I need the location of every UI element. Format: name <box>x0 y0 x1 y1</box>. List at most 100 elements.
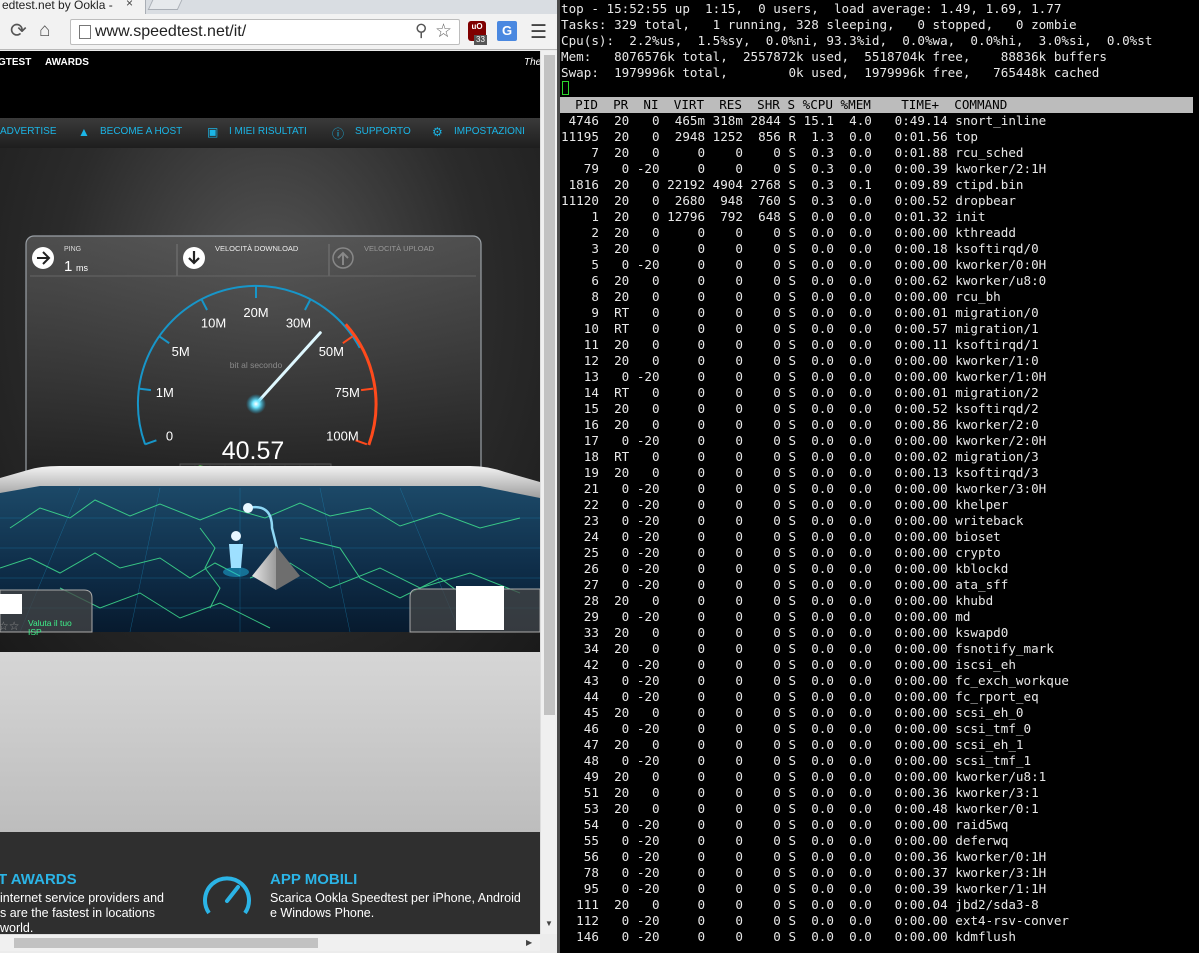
gauge-tick-label: 50M <box>319 344 344 359</box>
process-row: 1 20 0 12796 792 648 S 0.0 0.0 0:01.32 i… <box>561 209 986 224</box>
page-lower-area <box>0 652 540 832</box>
process-row: 16 20 0 0 0 0 S 0.0 0.0 0:00.86 kworker/… <box>561 417 1039 432</box>
footer-mobile-text-2: e Windows Phone. <box>270 906 375 920</box>
url-text: www.speedtest.net/it/ <box>95 23 247 40</box>
process-row: 5 0 -20 0 0 0 S 0.0 0.0 0:00.00 kworker/… <box>561 257 1047 272</box>
process-row: 47 20 0 0 0 0 S 0.0 0.0 0:00.00 scsi_eh_… <box>561 737 1024 752</box>
process-row: 34 20 0 0 0 0 S 0.0 0.0 0:00.00 fsnotify… <box>561 641 1054 656</box>
footer-awards-text-2: s are the fastest in locations <box>0 906 155 920</box>
ping-value: 1 <box>64 258 72 275</box>
top-summary-line: Swap: 1979996k total, 0k used, 1979996k … <box>561 65 1100 80</box>
process-row: 49 20 0 0 0 0 S 0.0 0.0 0:00.00 kworker/… <box>561 769 1047 784</box>
speedtest-footer: T AWARDS internet service providers and … <box>0 832 540 935</box>
process-row: 11120 20 0 2680 948 760 S 0.3 0.0 0:00.5… <box>561 193 1016 208</box>
process-row: 146 0 -20 0 0 0 S 0.0 0.0 0:00.00 kdmflu… <box>561 929 1016 944</box>
process-row: 29 0 -20 0 0 0 S 0.0 0.0 0:00.00 md <box>561 609 971 624</box>
tab-close-icon[interactable]: × <box>126 0 133 9</box>
process-row: 8 20 0 0 0 0 S 0.0 0.0 0:00.00 rcu_bh <box>561 289 1001 304</box>
footer-awards-title[interactable]: T AWARDS <box>0 871 77 888</box>
process-row: 112 0 -20 0 0 0 S 0.0 0.0 0:00.00 ext4-r… <box>561 913 1069 928</box>
browser-tab[interactable]: edtest.net by Ookla - × <box>0 0 146 14</box>
process-row: 12 20 0 0 0 0 S 0.0 0.0 0:00.00 kworker/… <box>561 353 1039 368</box>
scroll-right-arrow-icon[interactable]: ▶ <box>526 938 532 947</box>
speed-readout: 40.57 <box>222 437 285 465</box>
process-row: 26 0 -20 0 0 0 S 0.0 0.0 0:00.00 kblockd <box>561 561 1009 576</box>
process-row: 42 0 -20 0 0 0 S 0.0 0.0 0:00.00 iscsi_e… <box>561 657 1016 672</box>
vertical-scroll-thumb[interactable] <box>544 55 555 715</box>
process-row: 43 0 -20 0 0 0 S 0.0 0.0 0:00.00 fc_exch… <box>561 673 1069 688</box>
gauge-tick-label: 75M <box>335 385 360 400</box>
footer-awards-text-3: world. <box>0 921 34 935</box>
process-row: 33 20 0 0 0 0 S 0.0 0.0 0:00.00 kswapd0 <box>561 625 1009 640</box>
gauge-hub <box>246 394 266 414</box>
terminal-window[interactable]: top - 15:52:55 up 1:15, 0 users, load av… <box>560 0 1199 953</box>
process-row: 79 0 -20 0 0 0 S 0.3 0.0 0:00.39 kworker… <box>561 161 1047 176</box>
user-location-icon <box>231 531 241 541</box>
process-row: 1816 20 0 22192 4904 2768 S 0.3 0.1 0:09… <box>561 177 1024 192</box>
footer-mobile-title[interactable]: APP MOBILI <box>270 871 357 888</box>
browser-toolbar: ⟳ ⌂ www.speedtest.net/it/ ⚲ ☆ uO 33 G ☰ <box>0 14 557 50</box>
ping-unit: ms <box>76 263 88 273</box>
process-row: 11195 20 0 2948 1252 856 R 1.3 0.0 0:01.… <box>561 129 979 144</box>
process-row: 24 0 -20 0 0 0 S 0.0 0.0 0:00.00 bioset <box>561 529 1001 544</box>
speedtest-graphic: 01M5M10M20M30M50M75M100M PING 1 ms VELOC… <box>0 235 541 637</box>
top-summary-line: Cpu(s): 2.2%us, 1.5%sy, 0.0%ni, 93.3%id,… <box>561 33 1153 48</box>
nav-advertise[interactable]: ADVERTISE <box>0 126 57 137</box>
gauge-tick-label: 20M <box>243 305 268 320</box>
process-row: 21 0 -20 0 0 0 S 0.0 0.0 0:00.00 kworker… <box>561 481 1047 496</box>
ping-label: PING <box>64 246 81 253</box>
server-pin-icon <box>243 503 253 513</box>
rate-isp-text-2[interactable]: ISP <box>28 627 42 637</box>
new-tab-button[interactable] <box>147 0 183 10</box>
process-row: 55 0 -20 0 0 0 S 0.0 0.0 0:00.00 deferwq <box>561 833 1009 848</box>
process-row: 13 0 -20 0 0 0 S 0.0 0.0 0:00.00 kworker… <box>561 369 1047 384</box>
nav-settings[interactable]: IMPOSTAZIONI <box>454 126 525 137</box>
process-row: 19 20 0 0 0 0 S 0.0 0.0 0:00.13 ksoftirq… <box>561 465 1039 480</box>
speedtest-stage: 0 1M 5M 10M 20M 30M 50M 75M 100M PING 1 … <box>0 148 541 652</box>
chrome-menu-icon[interactable]: ☰ <box>530 21 547 44</box>
tab-title: edtest.net by Ookla - <box>2 0 113 12</box>
process-row: 51 20 0 0 0 0 S 0.0 0.0 0:00.36 kworker/… <box>561 785 1039 800</box>
home-icon[interactable]: ⌂ <box>39 20 50 42</box>
process-row: 7 20 0 0 0 0 S 0.3 0.0 0:01.88 rcu_sched <box>561 145 1024 160</box>
info-icon: ⓘ <box>332 127 345 141</box>
process-row: 2 20 0 0 0 0 S 0.0 0.0 0:00.00 kthreadd <box>561 225 1016 240</box>
google-translate-icon[interactable]: G <box>497 21 517 41</box>
browser-window: edtest.net by Ookla - × ⟳ ⌂ www.speedtes… <box>0 0 557 953</box>
ublock-badge: 33 <box>474 35 487 45</box>
speedtest-header: GTEST AWARDS The <box>0 51 541 73</box>
process-row: 23 0 -20 0 0 0 S 0.0 0.0 0:00.00 writeba… <box>561 513 1024 528</box>
address-bar[interactable]: www.speedtest.net/it/ ⚲ ☆ <box>70 19 460 45</box>
process-row: 45 20 0 0 0 0 S 0.0 0.0 0:00.00 scsi_eh_… <box>561 705 1024 720</box>
nav-my-results[interactable]: I MIEI RISULTATI <box>229 126 307 137</box>
gauge-tick-label: 5M <box>172 344 190 359</box>
process-row: 6 20 0 0 0 0 S 0.0 0.0 0:00.62 kworker/u… <box>561 273 1047 288</box>
vertical-scrollbar[interactable]: ▼ <box>540 51 557 934</box>
horizontal-scrollbar[interactable]: ▶ <box>0 934 540 951</box>
process-row: 44 0 -20 0 0 0 S 0.0 0.0 0:00.00 fc_rpor… <box>561 689 1039 704</box>
process-row: 14 RT 0 0 0 0 S 0.0 0.0 0:00.01 migratio… <box>561 385 1039 400</box>
nav-become-host[interactable]: BECOME A HOST <box>100 126 182 137</box>
gauge-tick-label: 30M <box>286 315 311 330</box>
zoom-icon[interactable]: ⚲ <box>415 21 427 41</box>
process-row: 25 0 -20 0 0 0 S 0.0 0.0 0:00.00 crypto <box>561 545 1001 560</box>
results-icon: ▣ <box>207 125 219 139</box>
header-awards-link[interactable]: AWARDS <box>45 57 89 68</box>
scroll-down-arrow-icon[interactable]: ▼ <box>545 919 553 928</box>
horizontal-scroll-thumb[interactable] <box>14 938 318 948</box>
process-row: 17 0 -20 0 0 0 S 0.0 0.0 0:00.00 kworker… <box>561 433 1047 448</box>
process-row: 22 0 -20 0 0 0 S 0.0 0.0 0:00.00 khelper <box>561 497 1009 512</box>
reload-icon[interactable]: ⟳ <box>10 20 27 42</box>
process-row: 10 RT 0 0 0 0 S 0.0 0.0 0:00.57 migratio… <box>561 321 1039 336</box>
upload-label: VELOCITÀ UPLOAD <box>364 244 435 253</box>
speedtest-nav: ADVERTISE ▲ BECOME A HOST ▣ I MIEI RISUL… <box>0 118 540 148</box>
settings-gear-icon: ⚙ <box>432 125 443 139</box>
bookmark-star-icon[interactable]: ☆ <box>435 20 452 43</box>
header-speedtest-link[interactable]: GTEST <box>0 57 31 68</box>
top-summary-line: Tasks: 329 total, 1 running, 328 sleepin… <box>561 17 1077 32</box>
process-row: 111 20 0 0 0 0 S 0.0 0.0 0:00.04 jbd2/sd… <box>561 897 1039 912</box>
nav-support[interactable]: SUPPORTO <box>355 126 411 137</box>
speedometer-icon <box>203 876 251 915</box>
process-row: 95 0 -20 0 0 0 S 0.0 0.0 0:00.39 kworker… <box>561 881 1047 896</box>
process-row: 48 0 -20 0 0 0 S 0.0 0.0 0:00.00 scsi_tm… <box>561 753 1032 768</box>
